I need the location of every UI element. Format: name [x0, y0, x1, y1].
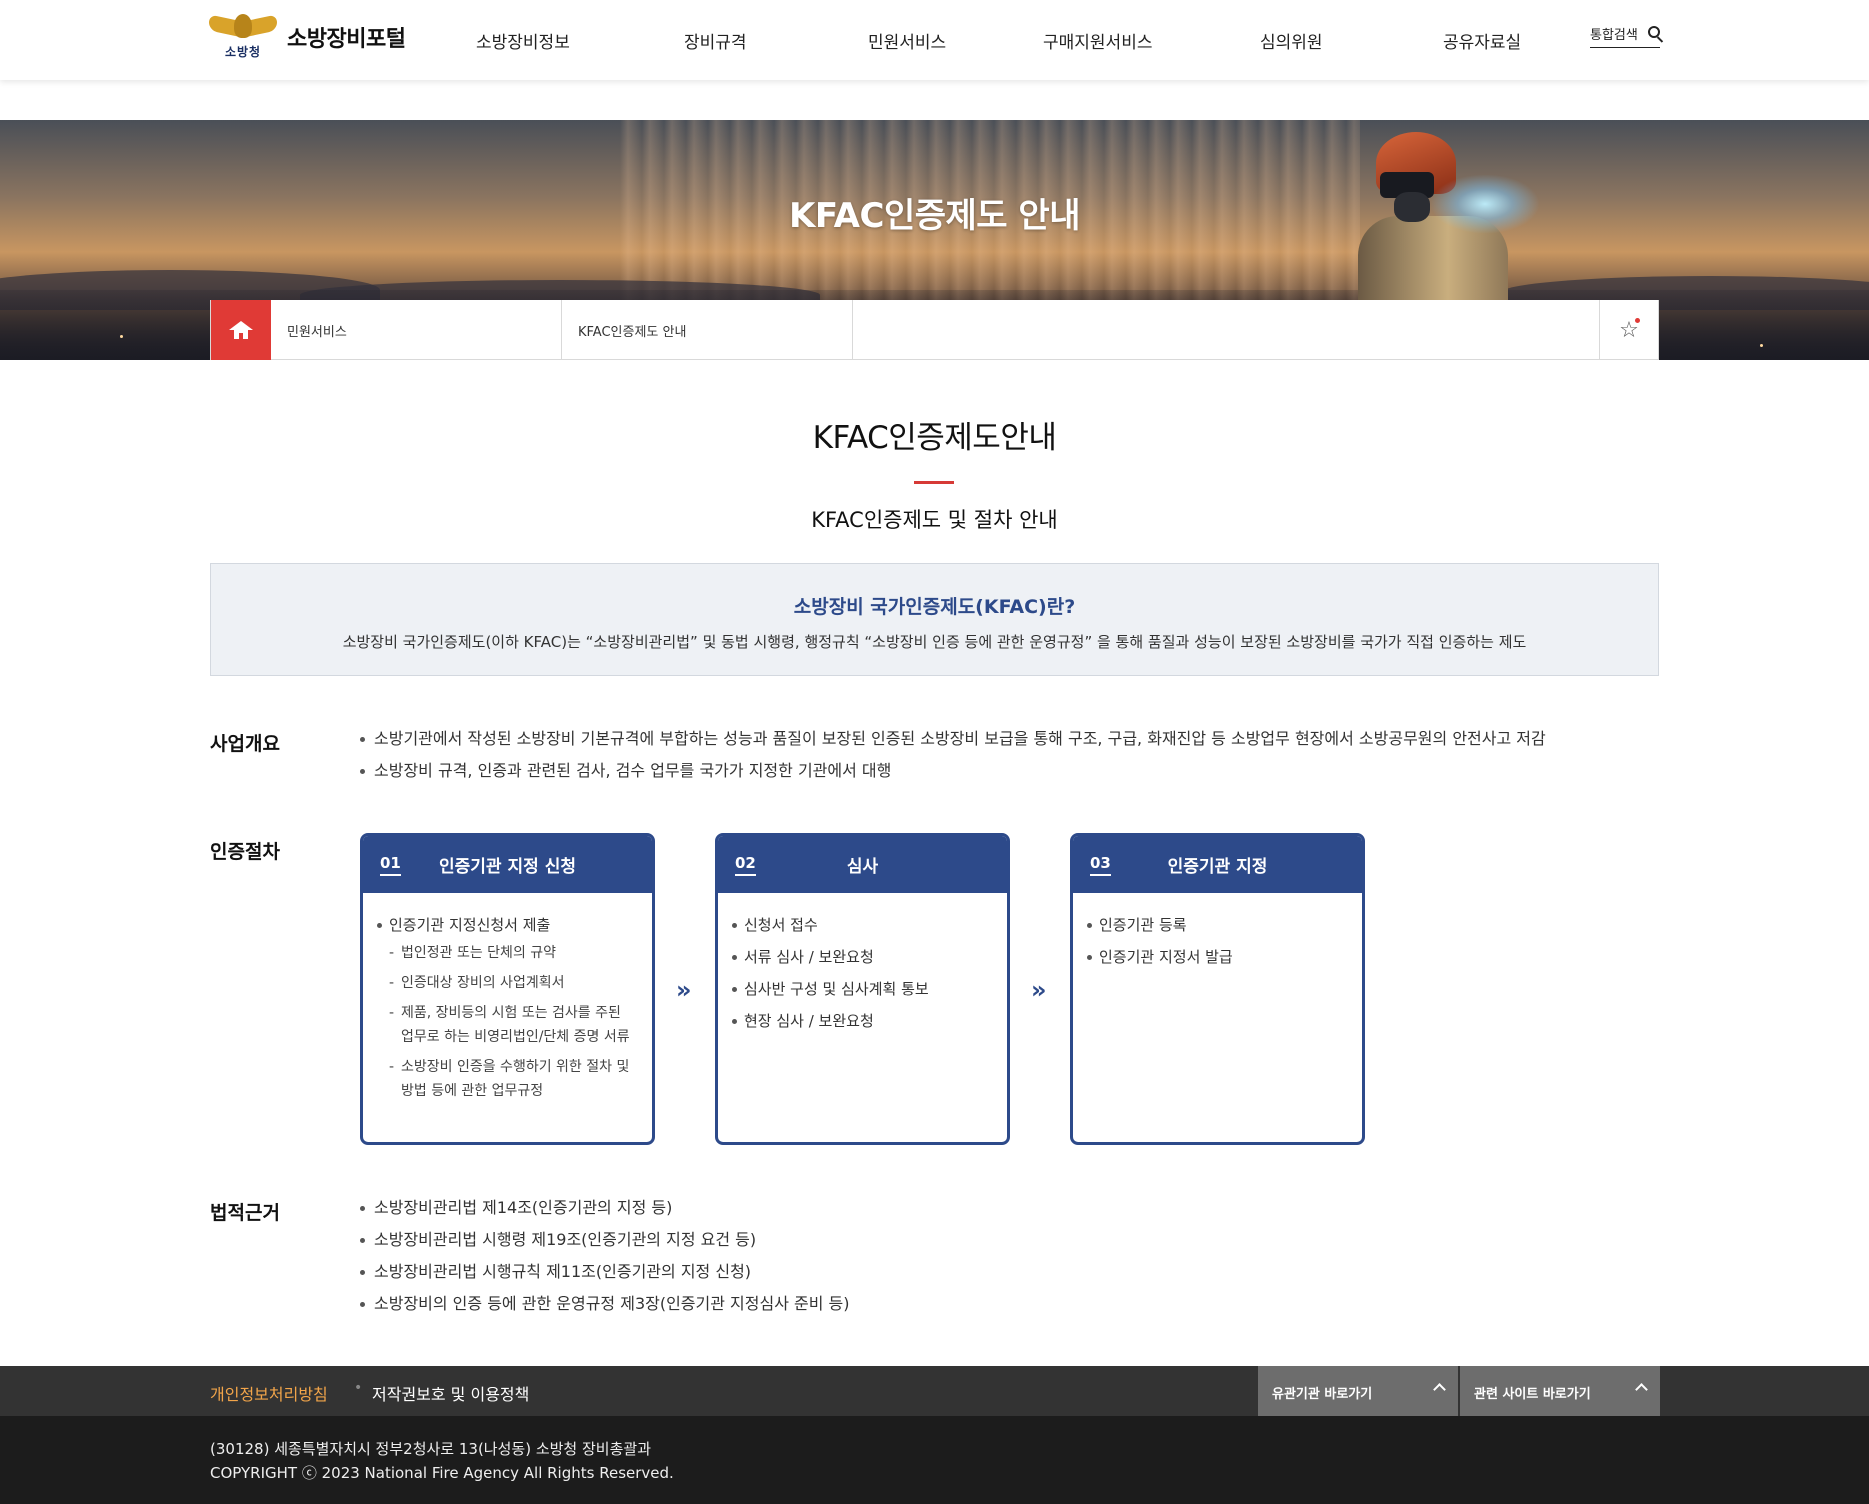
step-title: 인증기관 지정 신청	[439, 857, 576, 877]
overview-list: 소방기관에서 작성된 소방장비 기본규격에 부합하는 성능과 품질이 보장된 인…	[360, 723, 1546, 787]
related-org-dropdown[interactable]: 유관기관 바로가기	[1258, 1366, 1458, 1416]
hero-title: KFAC인증제도 안내	[789, 196, 1080, 236]
list-item: 소방장비관리법 시행령 제19조(인증기관의 지정 요건 등)	[360, 1224, 850, 1256]
step-card-header: 01 인증기관 지정 신청	[363, 836, 652, 893]
step-card-header: 03 인증기관 지정	[1073, 836, 1362, 893]
list-subitem: 소방장비 인증을 수행하기 위한 절차 및 방법 등에 관한 업무규정	[377, 1055, 638, 1103]
double-chevron-icon: »	[1031, 976, 1047, 1004]
title-divider	[914, 481, 954, 484]
search-icon	[1648, 26, 1660, 38]
related-site-label: 관련 사이트 바로가기	[1474, 1387, 1591, 1402]
list-item: 소방기관에서 작성된 소방장비 기본규격에 부합하는 성능과 품질이 보장된 인…	[360, 723, 1546, 755]
list-item: 서류 심사 / 보완요청	[732, 941, 993, 973]
nav-item-shared-data[interactable]: 공유자료실	[1443, 28, 1521, 53]
step-card-3: 03 인증기관 지정 인증기관 등록 인증기관 지정서 발급	[1070, 833, 1365, 1145]
page-title: KFAC인증제도안내	[812, 420, 1057, 456]
list-item: 소방장비관리법 제14조(인증기관의 지정 등)	[360, 1192, 850, 1224]
section-label-legal: 법적근거	[210, 1202, 280, 1224]
emblem-icon: 소방청	[209, 14, 277, 60]
site-header: 소방청 소방장비포털 소방장비정보 장비규격 민원서비스 구매지원서비스 심의위…	[0, 0, 1869, 80]
list-item: 소방장비관리법 시행규칙 제11조(인증기관의 지정 신청)	[360, 1256, 850, 1288]
integrated-search-link[interactable]: 통합검색	[1590, 24, 1660, 48]
list-item: 인증기관 지정신청서 제출	[377, 909, 638, 941]
footer-links-bar: 개인정보처리방침 • 저작권보호 및 이용정책 유관기관 바로가기 관련 사이트…	[0, 1366, 1869, 1416]
intro-title: 소방장비 국가인증제도(KFAC)란?	[793, 596, 1076, 618]
footer-address: (30128) 세종특별자치시 정부2청사로 13(나성동) 소방청 장비총괄과	[210, 1440, 651, 1458]
list-subitem: 제품, 장비등의 시험 또는 검사를 주된 업무로 하는 비영리법인/단체 증명…	[377, 1001, 638, 1049]
section-label-overview: 사업개요	[210, 733, 280, 755]
privacy-policy-link[interactable]: 개인정보처리방침	[210, 1381, 328, 1405]
nav-item-equipment-info[interactable]: 소방장비정보	[476, 28, 570, 53]
chevron-up-icon	[1433, 1383, 1446, 1396]
related-org-label: 유관기관 바로가기	[1272, 1387, 1373, 1402]
breadcrumb-level2[interactable]: KFAC인증제도 안내	[562, 300, 853, 360]
nav-item-purchase-support[interactable]: 구매지원서비스	[1043, 28, 1152, 53]
related-site-dropdown[interactable]: 관련 사이트 바로가기	[1460, 1366, 1660, 1416]
list-item: 소방장비의 인증 등에 관한 운영규정 제3장(인증기관 지정심사 준비 등)	[360, 1288, 850, 1320]
list-item: 신청서 접수	[732, 909, 993, 941]
section-label-procedure: 인증절차	[210, 841, 280, 863]
nav-item-committee[interactable]: 심의위원	[1260, 28, 1323, 53]
step-card-header: 02 심사	[718, 836, 1007, 893]
step-card-1: 01 인증기관 지정 신청 인증기관 지정신청서 제출 법인정관 또는 단체의 …	[360, 833, 655, 1145]
nav-item-equipment-spec[interactable]: 장비규격	[684, 28, 747, 53]
search-label: 통합검색	[1590, 28, 1638, 43]
legal-list: 소방장비관리법 제14조(인증기관의 지정 등) 소방장비관리법 시행령 제19…	[360, 1192, 850, 1320]
footer-info: (30128) 세종특별자치시 정부2청사로 13(나성동) 소방청 장비총괄과…	[0, 1416, 1869, 1504]
logo-org: 소방청	[224, 45, 262, 59]
footer-separator: •	[354, 1380, 363, 1396]
list-subitem: 법인정관 또는 단체의 규약	[377, 941, 638, 965]
intro-description: 소방장비 국가인증제도(이하 KFAC)는 “소방장비관리법” 및 동법 시행령…	[342, 633, 1527, 651]
breadcrumb: 민원서비스 KFAC인증제도 안내 ☆	[210, 300, 1659, 360]
list-item: 현장 심사 / 보완요청	[732, 1005, 993, 1037]
step-card-2: 02 심사 신청서 접수 서류 심사 / 보완요청 심사반 구성 및 심사계획 …	[715, 833, 1010, 1145]
breadcrumb-level1[interactable]: 민원서비스	[271, 300, 562, 360]
list-item: 소방장비 규격, 인증과 관련된 검사, 검수 업무를 국가가 지정한 기관에서…	[360, 755, 1546, 787]
favorite-button[interactable]: ☆	[1600, 300, 1658, 360]
intro-box: 소방장비 국가인증제도(KFAC)란? 소방장비 국가인증제도(이하 KFAC)…	[210, 563, 1659, 676]
home-icon	[229, 321, 253, 339]
footer-copyright: COPYRIGHT ⓒ 2023 National Fire Agency Al…	[210, 1464, 674, 1482]
breadcrumb-home[interactable]	[211, 300, 271, 360]
page-subtitle: KFAC인증제도 및 절차 안내	[811, 508, 1058, 532]
copyright-policy-link[interactable]: 저작권보호 및 이용정책	[372, 1381, 529, 1405]
step-title: 심사	[846, 857, 879, 877]
site-logo[interactable]: 소방청 소방장비포털	[209, 14, 406, 60]
step-title: 인증기관 지정	[1167, 857, 1268, 877]
logo-text: 소방장비포털	[287, 27, 406, 52]
chevron-up-icon	[1635, 1383, 1648, 1396]
list-item: 인증기관 등록	[1087, 909, 1348, 941]
list-subitem: 인증대상 장비의 사업계획서	[377, 971, 638, 995]
nav-item-civil-service[interactable]: 민원서비스	[868, 28, 946, 53]
double-chevron-icon: »	[676, 976, 692, 1004]
list-item: 심사반 구성 및 심사계획 통보	[732, 973, 993, 1005]
list-item: 인증기관 지정서 발급	[1087, 941, 1348, 973]
